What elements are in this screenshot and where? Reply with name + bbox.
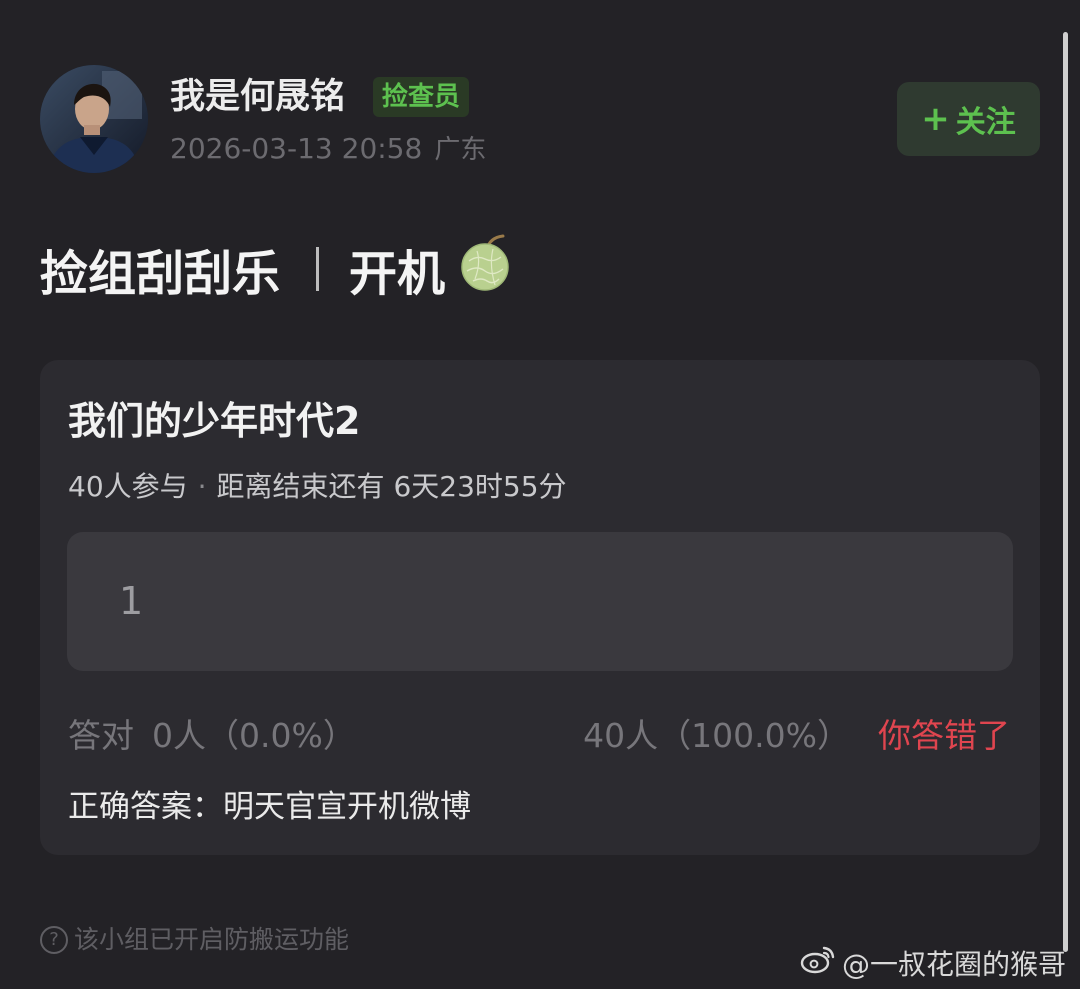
correct-label: 答对 xyxy=(68,716,134,755)
correct-count: 0人（0.0%） xyxy=(152,716,356,755)
question-icon: ? xyxy=(40,926,68,954)
melon-icon xyxy=(457,233,515,305)
post-page: 我是何晟铭 捡查员 2026-03-13 20:58 广东 + 关注 捡组刮刮乐 … xyxy=(0,0,1080,989)
avatar[interactable] xyxy=(40,65,148,173)
wrong-count: 40人（100.0%） xyxy=(583,716,850,755)
follow-label: 关注 xyxy=(955,105,1016,140)
quiz-meta: 40人参与 · 距离结束还有 6天23时55分 xyxy=(68,468,567,506)
countdown-label: 距离结束还有 xyxy=(216,470,385,503)
correct-answer: 正确答案：明天官宣开机微博 xyxy=(68,789,471,825)
role-badge: 捡查员 xyxy=(373,77,470,117)
watermark: @一叔花圈的猴哥 xyxy=(800,944,1066,985)
result-text: 你答错了 xyxy=(878,716,1010,755)
anti-repost-text: 该小组已开启防搬运功能 xyxy=(74,925,350,954)
wrong-stat: 40人（100.0%） 你答错了 xyxy=(583,714,1010,758)
watermark-text: @一叔花圈的猴哥 xyxy=(841,947,1066,981)
meta-dot: · xyxy=(197,470,207,503)
follow-button[interactable]: + 关注 xyxy=(897,82,1040,156)
post-location: 广东 xyxy=(434,135,487,165)
quiz-card: 我们的少年时代2 40人参与 · 距离结束还有 6天23时55分 1 答对 0人（0.… xyxy=(40,360,1040,855)
weibo-icon xyxy=(800,944,836,985)
countdown-value: 6天23时55分 xyxy=(393,470,567,503)
post-meta: 2026-03-13 20:58 广东 xyxy=(170,130,486,169)
post-title: 捡组刮刮乐 开机 xyxy=(40,234,515,304)
post-timestamp: 2026-03-13 20:58 xyxy=(170,132,423,165)
answer-option-text: 1 xyxy=(119,579,144,623)
correct-stat: 答对 0人（0.0%） xyxy=(68,714,356,758)
anti-repost-note: ? 该小组已开启防搬运功能 xyxy=(40,922,349,958)
plus-icon: + xyxy=(921,99,950,139)
quiz-participants: 40人参与 xyxy=(68,470,188,503)
answer-option[interactable]: 1 xyxy=(67,532,1013,671)
post-title-left: 捡组刮刮乐 xyxy=(40,246,281,302)
quiz-title: 我们的少年时代2 xyxy=(68,399,361,443)
post-title-right: 开机 xyxy=(349,246,446,302)
author-name[interactable]: 我是何晟铭 xyxy=(170,73,345,121)
title-divider xyxy=(316,247,320,291)
scrollbar[interactable] xyxy=(1063,32,1068,952)
